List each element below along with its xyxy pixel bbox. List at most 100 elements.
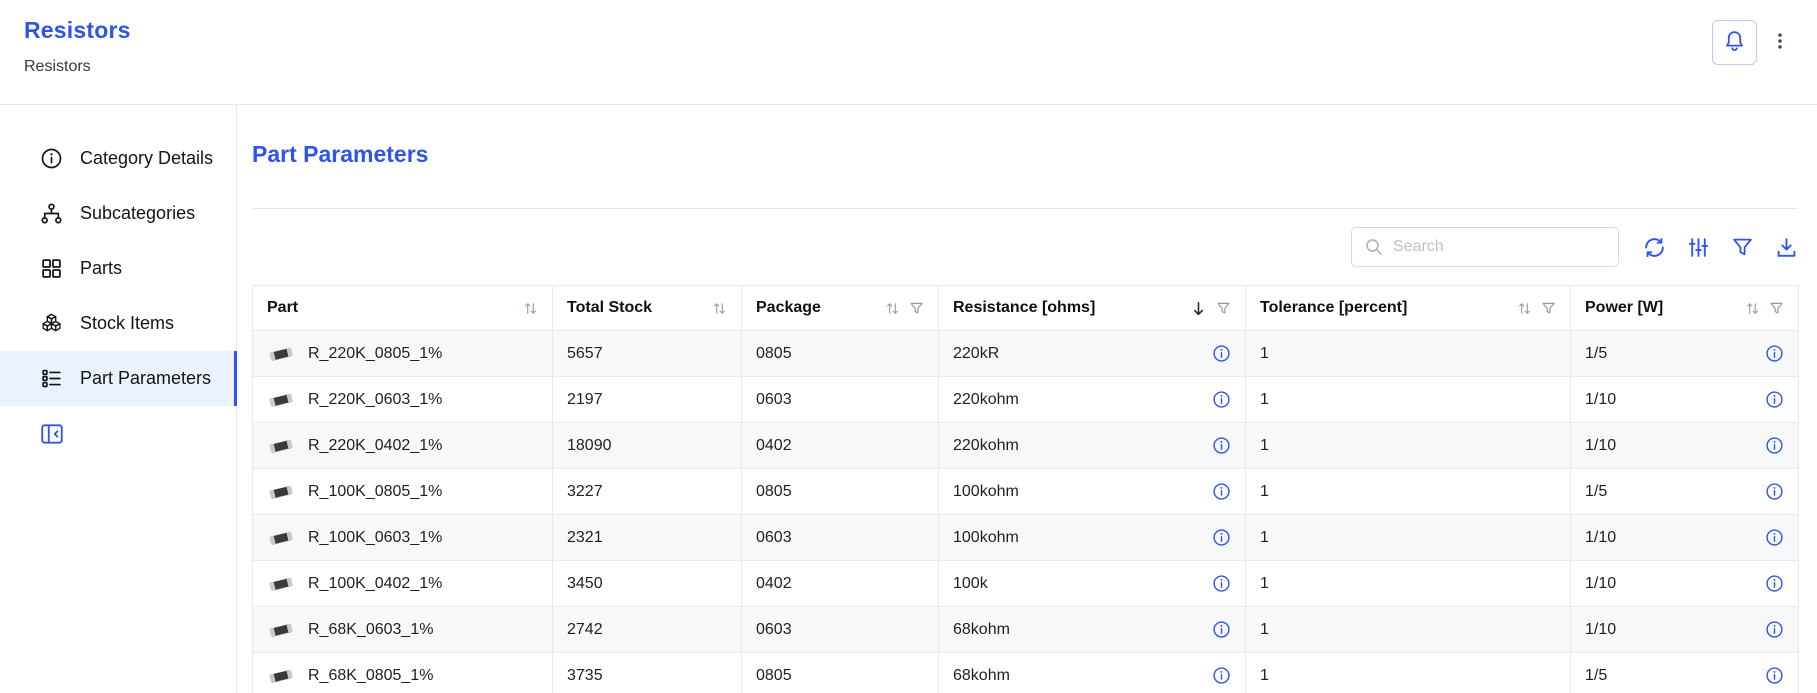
- part-name: R_100K_0402_1%: [308, 575, 442, 593]
- table-row[interactable]: R_68K_0805_1%3735080568kohm11/5: [253, 653, 1799, 693]
- page-body: Category Details SubcategoriesParts Stock …: [0, 105, 1817, 693]
- part-cell: R_220K_0805_1%: [253, 331, 553, 377]
- more-menu-button[interactable]: [1769, 20, 1791, 65]
- breadcrumb[interactable]: Resistors: [24, 58, 91, 76]
- part-cell: R_220K_0603_1%: [253, 377, 553, 423]
- power-cell: 1/10: [1571, 561, 1799, 607]
- download-icon: [1775, 236, 1798, 259]
- sort-both-icon[interactable]: [885, 301, 900, 316]
- package-cell: 0805: [742, 653, 939, 693]
- sidebar-item-parts[interactable]: Parts: [0, 241, 236, 296]
- tolerance-cell: 1: [1246, 377, 1571, 423]
- download-button[interactable]: [1775, 236, 1798, 259]
- sidebar-item-stock-items[interactable]: Stock Items: [0, 296, 236, 351]
- power-cell-value: 1/10: [1585, 391, 1616, 409]
- section-title: Part Parameters: [252, 141, 1798, 168]
- filter-icon[interactable]: [1216, 301, 1231, 316]
- resistance-cell-value: 100kohm: [953, 529, 1019, 547]
- sort-both-icon[interactable]: [712, 301, 727, 316]
- table-row[interactable]: R_68K_0603_1%2742060368kohm11/10: [253, 607, 1799, 653]
- power-info-icon[interactable]: [1765, 436, 1784, 455]
- power-info-icon[interactable]: [1765, 666, 1784, 685]
- collapse-sidebar-button[interactable]: [38, 421, 66, 449]
- filter-button[interactable]: [1731, 236, 1754, 259]
- tolerance-cell: 1: [1246, 607, 1571, 653]
- column-label: Power [W]: [1585, 299, 1663, 317]
- sidebar-item-category-details[interactable]: Category Details: [0, 131, 236, 186]
- sort-both-icon[interactable]: [523, 301, 538, 316]
- resistance-cell-value: 68kohm: [953, 667, 1010, 685]
- filter-icon[interactable]: [1541, 301, 1556, 316]
- resistance-info-icon[interactable]: [1212, 574, 1231, 593]
- section-divider: [252, 208, 1798, 209]
- column-label: Resistance [ohms]: [953, 299, 1095, 317]
- table-row[interactable]: R_100K_0603_1%23210603100kohm11/10: [253, 515, 1799, 561]
- resistor-chip-icon: [267, 437, 295, 455]
- power-cell-value: 1/10: [1585, 437, 1616, 455]
- total-stock-cell: 2197: [553, 377, 742, 423]
- power-cell: 1/10: [1571, 423, 1799, 469]
- power-cell: 1/5: [1571, 331, 1799, 377]
- part-name: R_220K_0805_1%: [308, 345, 442, 363]
- column-header-package[interactable]: Package: [742, 286, 939, 331]
- notifications-button[interactable]: [1712, 20, 1757, 65]
- collapse-sidebar-icon: [39, 435, 65, 450]
- power-cell: 1/10: [1571, 607, 1799, 653]
- resistance-info-icon[interactable]: [1212, 390, 1231, 409]
- refresh-button[interactable]: [1643, 236, 1666, 259]
- filter-icon[interactable]: [909, 301, 924, 316]
- column-header-part[interactable]: Part: [253, 286, 553, 331]
- column-header-power-w[interactable]: Power [W]: [1571, 286, 1799, 331]
- sidebar-item-label: Part Parameters: [80, 368, 211, 389]
- part-name: R_220K_0402_1%: [308, 437, 442, 455]
- search-input[interactable]: [1393, 238, 1606, 256]
- resistance-cell-value: 220kR: [953, 345, 999, 363]
- table-row[interactable]: R_220K_0402_1%180900402220kohm11/10: [253, 423, 1799, 469]
- resistance-info-icon[interactable]: [1212, 344, 1231, 363]
- resistor-chip-icon: [267, 483, 295, 501]
- column-header-resistance-ohms[interactable]: Resistance [ohms]: [939, 286, 1246, 331]
- search-box: [1351, 227, 1619, 267]
- main-content: Part Parameters PartTotal StockPackage Re…: [237, 105, 1817, 693]
- table-row[interactable]: R_220K_0603_1%21970603220kohm11/10: [253, 377, 1799, 423]
- search-icon: [1364, 237, 1384, 257]
- sidebar-item-label: Stock Items: [80, 313, 174, 334]
- resistance-info-icon[interactable]: [1212, 436, 1231, 455]
- resistance-cell-value: 68kohm: [953, 621, 1010, 639]
- power-info-icon[interactable]: [1765, 344, 1784, 363]
- resistance-info-icon[interactable]: [1212, 666, 1231, 685]
- resistance-cell: 220kohm: [939, 423, 1246, 469]
- power-info-icon[interactable]: [1765, 482, 1784, 501]
- sidebar-item-part-parameters[interactable]: Part Parameters: [0, 351, 236, 406]
- sort-both-icon[interactable]: [1517, 301, 1532, 316]
- package-cell: 0603: [742, 607, 939, 653]
- column-header-total-stock[interactable]: Total Stock: [553, 286, 742, 331]
- cubes-icon: [40, 312, 63, 335]
- filter-icon[interactable]: [1769, 301, 1784, 316]
- column-settings-button[interactable]: [1687, 236, 1710, 259]
- total-stock-cell: 18090: [553, 423, 742, 469]
- table-row[interactable]: R_100K_0402_1%34500402100k11/10: [253, 561, 1799, 607]
- column-header-icons: [712, 301, 727, 316]
- resistor-chip-icon: [267, 575, 295, 593]
- page-header: Resistors Resistors: [0, 0, 1817, 105]
- sidebar-item-label: Category Details: [80, 148, 213, 169]
- power-info-icon[interactable]: [1765, 574, 1784, 593]
- column-label: Tolerance [percent]: [1260, 299, 1407, 317]
- sort-both-icon[interactable]: [1745, 301, 1760, 316]
- power-info-icon[interactable]: [1765, 528, 1784, 547]
- total-stock-cell: 2321: [553, 515, 742, 561]
- column-header-tolerance-percent[interactable]: Tolerance [percent]: [1246, 286, 1571, 331]
- resistance-info-icon[interactable]: [1212, 528, 1231, 547]
- tolerance-cell: 1: [1246, 423, 1571, 469]
- table-row[interactable]: R_220K_0805_1%56570805220kR11/5: [253, 331, 1799, 377]
- total-stock-cell: 2742: [553, 607, 742, 653]
- resistance-cell-value: 220kohm: [953, 391, 1019, 409]
- resistance-info-icon[interactable]: [1212, 620, 1231, 639]
- power-info-icon[interactable]: [1765, 620, 1784, 639]
- resistance-info-icon[interactable]: [1212, 482, 1231, 501]
- table-row[interactable]: R_100K_0805_1%32270805100kohm11/5: [253, 469, 1799, 515]
- power-info-icon[interactable]: [1765, 390, 1784, 409]
- sort-desc-icon[interactable]: [1190, 300, 1207, 317]
- sidebar-item-subcategories[interactable]: Subcategories: [0, 186, 236, 241]
